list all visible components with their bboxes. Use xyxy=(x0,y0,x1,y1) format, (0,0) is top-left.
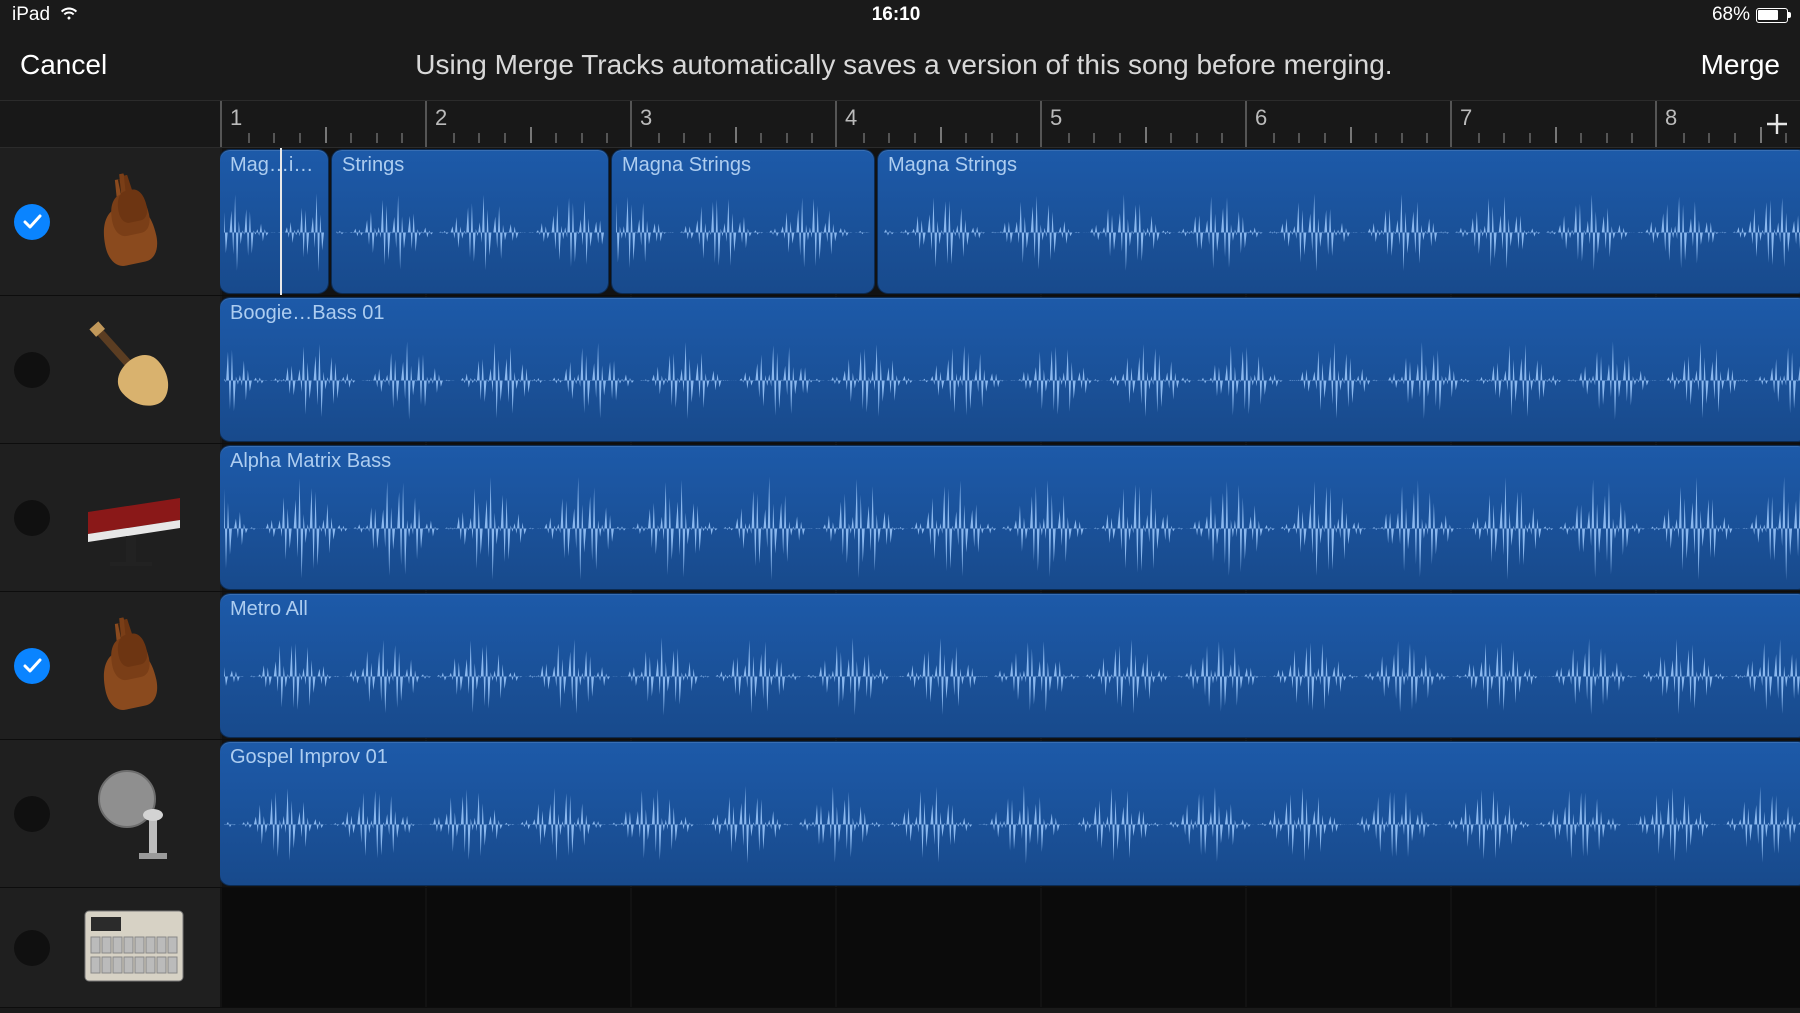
bar-number: 2 xyxy=(435,105,447,131)
bar-3[interactable]: 3 xyxy=(630,101,835,147)
track-select-checkbox[interactable] xyxy=(14,796,50,832)
device-label: iPad xyxy=(12,4,50,26)
merge-toolbar: Cancel Using Merge Tracks automatically … xyxy=(0,30,1800,100)
waveform xyxy=(224,474,1800,583)
waveform xyxy=(224,622,1800,731)
bar-number: 8 xyxy=(1665,105,1677,131)
region-label: Mag…ings xyxy=(230,154,322,177)
region-label: Magna Strings xyxy=(888,154,1017,177)
merge-info-message: Using Merge Tracks automatically saves a… xyxy=(415,49,1392,81)
clock: 16:10 xyxy=(872,4,921,26)
track-row: Gospel Improv 01 xyxy=(0,740,1800,888)
bar-number: 4 xyxy=(845,105,857,131)
timeline-ruler-row: 1 2 3 4 5 6 7 8 xyxy=(0,100,1800,148)
waveform xyxy=(224,770,1800,879)
waveform xyxy=(224,178,324,287)
bar-6[interactable]: 6 xyxy=(1245,101,1450,147)
region-label: Gospel Improv 01 xyxy=(230,746,388,769)
bar-5[interactable]: 5 xyxy=(1040,101,1245,147)
track-header xyxy=(0,148,220,296)
waveform xyxy=(336,178,604,287)
region-label: Metro All xyxy=(230,598,308,621)
battery-icon xyxy=(1756,8,1788,23)
strings-icon[interactable] xyxy=(74,162,194,282)
track-select-checkbox[interactable] xyxy=(14,930,50,966)
track-lane[interactable]: Alpha Matrix Bass xyxy=(220,444,1800,592)
audio-region[interactable]: Magna Strings xyxy=(612,150,874,293)
track-row: Metro All xyxy=(0,592,1800,740)
drum-machine-icon[interactable] xyxy=(74,888,194,1008)
track-row: Alpha Matrix Bass xyxy=(0,444,1800,592)
wifi-icon xyxy=(58,4,80,26)
track-select-checkbox[interactable] xyxy=(14,500,50,536)
track-select-checkbox[interactable] xyxy=(14,352,50,388)
audio-region[interactable]: Mag…ings xyxy=(220,150,328,293)
bar-number: 1 xyxy=(230,105,242,131)
track-header xyxy=(0,296,220,444)
audio-region[interactable]: Alpha Matrix Bass xyxy=(220,446,1800,589)
add-section-button[interactable] xyxy=(1762,109,1792,139)
track-select-checkbox[interactable] xyxy=(14,648,50,684)
waveform xyxy=(616,178,870,287)
waveform xyxy=(224,326,1800,435)
bar-2[interactable]: 2 xyxy=(425,101,630,147)
audio-region[interactable]: Magna Strings xyxy=(878,150,1800,293)
track-row: Boogie…Bass 01 xyxy=(0,296,1800,444)
track-lane[interactable]: Mag…ings Strings Magna Strings Magna String… xyxy=(220,148,1800,296)
audio-region[interactable]: Metro All xyxy=(220,594,1800,737)
region-label: Boogie…Bass 01 xyxy=(230,302,385,325)
track-lane[interactable] xyxy=(220,888,1800,1008)
battery-percent: 68% xyxy=(1712,4,1750,26)
audio-region[interactable]: Gospel Improv 01 xyxy=(220,742,1800,885)
audio-region[interactable]: Boogie…Bass 01 xyxy=(220,298,1800,441)
bar-number: 5 xyxy=(1050,105,1062,131)
timeline-ruler[interactable]: 1 2 3 4 5 6 7 8 xyxy=(220,101,1800,147)
merge-button[interactable]: Merge xyxy=(1701,49,1780,81)
bar-7[interactable]: 7 xyxy=(1450,101,1655,147)
track-header xyxy=(0,592,220,740)
track-header xyxy=(0,444,220,592)
bass-guitar-icon[interactable] xyxy=(74,310,194,430)
track-header xyxy=(0,888,220,1008)
bar-number: 6 xyxy=(1255,105,1267,131)
track-select-checkbox[interactable] xyxy=(14,204,50,240)
bar-number: 3 xyxy=(640,105,652,131)
region-label: Alpha Matrix Bass xyxy=(230,450,391,473)
region-label: Strings xyxy=(342,154,404,177)
track-row: Mag…ings Strings Magna Strings Magna String… xyxy=(0,148,1800,296)
cancel-button[interactable]: Cancel xyxy=(20,49,107,81)
bar-1[interactable]: 1 xyxy=(220,101,425,147)
track-lane[interactable]: Gospel Improv 01 xyxy=(220,740,1800,888)
bar-4[interactable]: 4 xyxy=(835,101,1040,147)
bar-number: 7 xyxy=(1460,105,1472,131)
track-lane[interactable]: Metro All xyxy=(220,592,1800,740)
audio-region[interactable]: Strings xyxy=(332,150,608,293)
microphone-icon[interactable] xyxy=(74,754,194,874)
status-bar: iPad 16:10 68% xyxy=(0,0,1800,30)
waveform xyxy=(882,178,1800,287)
track-lane[interactable]: Boogie…Bass 01 xyxy=(220,296,1800,444)
strings-icon[interactable] xyxy=(74,606,194,726)
region-label: Magna Strings xyxy=(622,154,751,177)
synth-icon[interactable] xyxy=(74,458,194,578)
track-row xyxy=(0,888,1800,1008)
track-header xyxy=(0,740,220,888)
